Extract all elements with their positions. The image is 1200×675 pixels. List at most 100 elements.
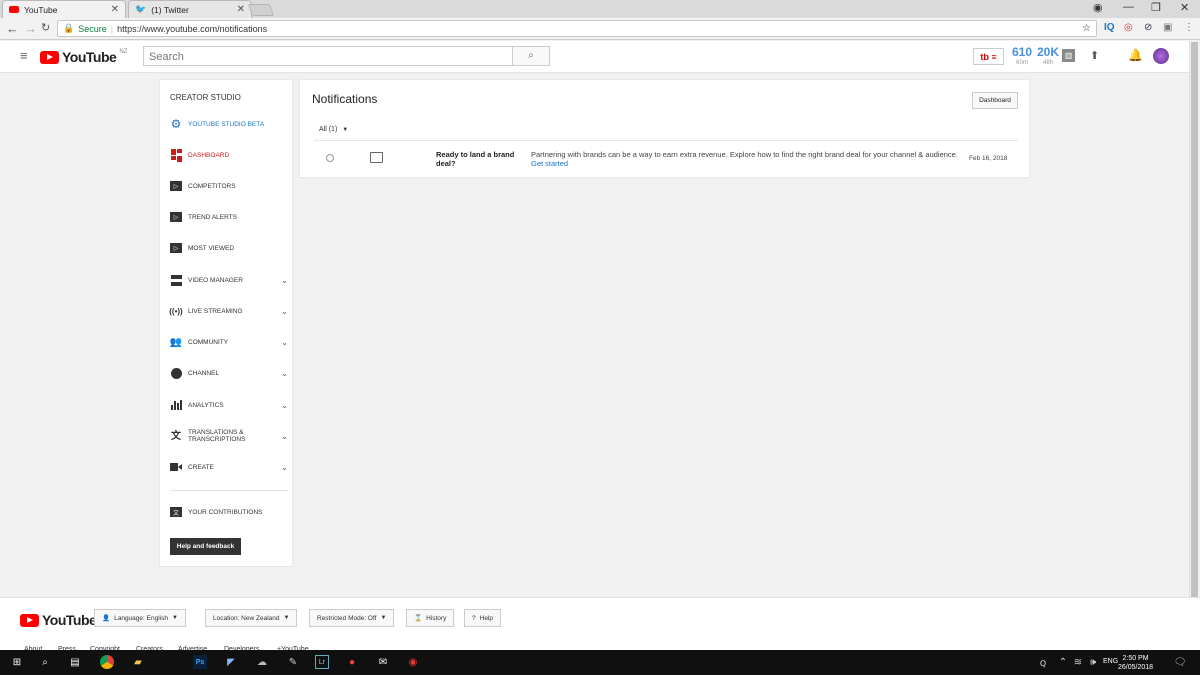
views-48h-stat[interactable]: 20K 48h <box>1037 46 1059 69</box>
extension-icon[interactable]: ◎ <box>1124 22 1133 33</box>
caret-down-icon: ▼ <box>342 127 349 133</box>
help-feedback-button[interactable]: Help and feedback <box>170 538 241 555</box>
hamburger-menu-icon[interactable]: ≡ <box>20 48 28 63</box>
language-button[interactable]: 👤 Language: English ▼ <box>94 609 186 627</box>
filter-dropdown[interactable]: All (1) ▼ <box>319 126 348 133</box>
youtube-play-icon <box>20 613 39 627</box>
contributions-icon: 文 <box>170 507 182 518</box>
stats-chart-icon[interactable]: ▥ <box>1062 49 1075 62</box>
iq-extension-icon[interactable]: IQ <box>1104 22 1115 33</box>
youtube-favicon-icon <box>9 6 19 13</box>
url-bar[interactable]: 🔒 Secure | https://www.youtube.com/notif… <box>57 20 1097 37</box>
mail-icon[interactable]: ✉ <box>376 655 390 669</box>
sidebar-item-translations[interactable]: 文 TRANSLATIONS & TRANSCRIPTIONS ⌄ <box>170 427 288 445</box>
sidebar-item-analytics[interactable]: ANALYTICS ⌄ <box>170 396 288 414</box>
sidebar-item-dashboard[interactable]: DASHBOARD <box>170 146 288 164</box>
sidebar-item-create[interactable]: CREATE ⌄ <box>170 458 288 476</box>
chevron-down-icon[interactable]: ⌄ <box>281 307 288 316</box>
restricted-mode-button[interactable]: Restricted Mode: Off ▼ <box>309 609 395 627</box>
help-button[interactable]: ? Help <box>464 609 501 627</box>
lightroom-icon[interactable]: Lr <box>315 655 329 669</box>
sidebar-item-trend-alerts[interactable]: ▷ TREND ALERTS <box>170 208 288 226</box>
search-button[interactable]: ⌕ <box>512 46 550 66</box>
read-status-radio[interactable] <box>326 154 334 162</box>
reload-icon[interactable]: ↻ <box>41 21 50 34</box>
youtube-play-icon <box>40 50 59 64</box>
notification-bell-icon[interactable]: 🔔 <box>1128 48 1143 62</box>
back-icon[interactable]: ← <box>6 21 19 36</box>
windows-start-icon[interactable]: ⊞ <box>10 655 24 669</box>
address-bar-row: ← → ↻ 🔒 Secure | https://www.youtube.com… <box>0 18 1200 40</box>
file-explorer-icon[interactable]: ▰ <box>131 655 145 669</box>
app-icon[interactable]: ✎ <box>286 655 300 669</box>
screenshot-extension-icon[interactable]: ▣ <box>1163 22 1172 33</box>
youtube-logo[interactable]: YouTube NZ <box>40 49 127 65</box>
search-input[interactable]: Search <box>143 46 513 66</box>
sidebar-item-video-manager[interactable]: VIDEO MANAGER ⌄ <box>170 271 288 289</box>
app-icon[interactable]: ◉ <box>406 655 420 669</box>
photoshop-icon[interactable]: Ps <box>193 655 207 669</box>
page-title: Notifications <box>312 92 378 106</box>
hourglass-icon: ⌛ <box>414 615 423 622</box>
sidebar-item-studio-beta[interactable]: ⚙ YOUTUBE STUDIO BETA <box>170 115 288 133</box>
chevron-down-icon[interactable]: ⌄ <box>281 401 288 410</box>
caret-down-icon: ▼ <box>283 615 290 621</box>
notification-divider <box>314 140 1018 141</box>
tubebuddy-menu-button[interactable]: tb ≡ <box>973 48 1004 65</box>
location-button[interactable]: Location: New Zealand ▼ <box>205 609 298 627</box>
sidebar-item-your-contributions[interactable]: 文 YOUR CONTRIBUTIONS <box>170 503 288 521</box>
close-tab-icon[interactable]: ✕ <box>111 4 119 15</box>
clock[interactable]: 2:50 PM 26/05/2018 <box>1118 654 1153 672</box>
tab-twitter[interactable]: 🐦 (1) Twitter ✕ <box>128 0 252 18</box>
scrollbar-thumb[interactable] <box>1191 42 1198 602</box>
history-button[interactable]: ⌛ History <box>406 609 455 627</box>
close-tab-icon[interactable]: ✕ <box>237 4 245 15</box>
upload-icon[interactable]: ⬆ <box>1090 49 1099 62</box>
chevron-down-icon[interactable]: ⌄ <box>281 432 288 440</box>
new-tab-button[interactable] <box>247 4 275 16</box>
app-icon[interactable]: ☁ <box>255 655 269 669</box>
chevron-down-icon[interactable]: ⌄ <box>281 338 288 347</box>
people-icon[interactable]: ꞯ <box>1036 655 1050 669</box>
close-window-icon[interactable]: ✕ <box>1180 1 1189 14</box>
volume-icon[interactable]: 🕪 <box>1086 655 1100 669</box>
get-started-link[interactable]: Get started <box>531 159 568 168</box>
input-language[interactable]: ENG <box>1103 658 1118 665</box>
action-center-icon[interactable]: 🗨 <box>1173 655 1187 669</box>
sidebar-item-live-streaming[interactable]: ((•)) LIVE STREAMING ⌄ <box>169 302 288 320</box>
block-extension-icon[interactable]: ⊘ <box>1144 22 1152 33</box>
chrome-icon[interactable] <box>100 655 114 669</box>
tab-youtube[interactable]: YouTube ✕ <box>2 0 126 18</box>
search-icon[interactable]: ⌕ <box>38 655 52 669</box>
chevron-down-icon[interactable]: ⌄ <box>281 369 288 378</box>
minimize-icon[interactable]: — <box>1123 1 1134 13</box>
forward-icon[interactable]: → <box>24 21 37 36</box>
sidebar-item-community[interactable]: 👥 COMMUNITY ⌄ <box>170 333 288 351</box>
tubebuddy-icon: ▷ <box>170 181 182 192</box>
network-icon[interactable]: ≋ <box>1071 655 1085 669</box>
chevron-down-icon[interactable]: ⌄ <box>281 276 288 285</box>
avatar[interactable] <box>1153 48 1169 64</box>
profile-icon[interactable]: ◉ <box>1093 1 1103 14</box>
notification-heading[interactable]: Ready to land a brand deal? <box>436 150 521 168</box>
sidebar-item-channel[interactable]: CHANNEL ⌄ <box>170 364 288 382</box>
tubebuddy-icon: ▷ <box>170 243 182 254</box>
footer-youtube-logo[interactable]: YouTube <box>20 612 97 628</box>
windows-taskbar: ⊞ ⌕ ▤ ▰ Ps ◤ ☁ ✎ Lr ● ✉ ◉ ꞯ ⌃ ≋ 🕪 ENG 2:… <box>0 650 1200 675</box>
tray-chevron-icon[interactable]: ⌃ <box>1056 655 1070 669</box>
task-view-icon[interactable]: ▤ <box>68 655 82 669</box>
video-manager-icon <box>170 274 182 286</box>
views-60m-stat[interactable]: 610 60m <box>1012 46 1032 69</box>
sidebar-item-competitors[interactable]: ▷ COMPETITORS <box>170 177 288 195</box>
menu-dots-icon[interactable]: ⋮ <box>1184 22 1194 33</box>
twitter-favicon-icon: 🐦 <box>135 4 147 14</box>
app-icon[interactable]: ◤ <box>224 655 238 669</box>
dashboard-button[interactable]: Dashboard <box>972 92 1018 109</box>
app-icon[interactable]: ● <box>345 655 359 669</box>
bookmark-star-icon[interactable]: ☆ <box>1082 23 1091 34</box>
restore-icon[interactable]: ❐ <box>1151 1 1161 14</box>
sidebar-item-most-viewed[interactable]: ▷ MOST VIEWED <box>170 239 288 257</box>
community-icon: 👥 <box>169 336 183 348</box>
tab-label: YouTube <box>24 4 58 15</box>
chevron-down-icon[interactable]: ⌄ <box>281 463 288 472</box>
